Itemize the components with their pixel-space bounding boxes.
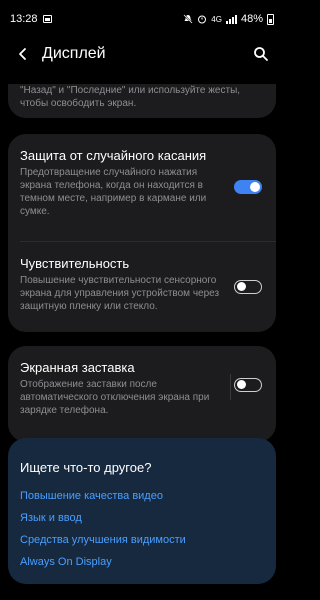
setting-title: Экранная заставка bbox=[20, 360, 135, 375]
setting-desc: Повышение чувствительности сенсорного эк… bbox=[20, 275, 220, 312]
image-icon bbox=[42, 15, 52, 23]
screen-saver-setting[interactable]: Экранная заставка Отображение заставки п… bbox=[20, 360, 220, 417]
link-visibility-enhancements[interactable]: Средства улучшения видимости bbox=[20, 534, 186, 546]
suggestions-title: Ищете что-то другое? bbox=[20, 460, 152, 475]
accidental-touch-toggle[interactable] bbox=[234, 180, 262, 194]
status-right: 4G 48% bbox=[183, 13, 274, 25]
toggle-knob bbox=[250, 182, 260, 192]
search-icon[interactable] bbox=[250, 43, 272, 65]
link-video-enhancer[interactable]: Повышение качества видео bbox=[20, 490, 163, 502]
page-title: Дисплей bbox=[42, 45, 106, 62]
status-time: 13:28 bbox=[10, 13, 38, 25]
divider bbox=[20, 241, 276, 242]
signal-icon bbox=[225, 14, 237, 24]
link-language-input[interactable]: Язык и ввод bbox=[20, 512, 82, 524]
suggestions-card: Ищете что-то другое? Повышение качества … bbox=[8, 438, 276, 584]
accidental-touch-setting[interactable]: Защита от случайного касания Предотвраще… bbox=[20, 148, 220, 218]
setting-title: Чувствительность bbox=[20, 256, 130, 271]
link-always-on-display[interactable]: Always On Display bbox=[20, 556, 112, 568]
toggle-knob bbox=[237, 380, 246, 389]
setting-desc: Предотвращение случайного нажатия экрана… bbox=[20, 167, 207, 217]
navigation-bar-desc: "Назад" и "Последние" или используйте же… bbox=[20, 85, 241, 109]
touch-sensitivity-toggle[interactable] bbox=[234, 280, 262, 294]
touch-sensitivity-setting[interactable]: Чувствительность Повышение чувствительно… bbox=[20, 256, 220, 313]
alarm-icon bbox=[198, 15, 207, 24]
mute-icon bbox=[183, 14, 193, 24]
back-arrow-icon[interactable] bbox=[12, 43, 34, 65]
network-type: 4G bbox=[211, 14, 222, 24]
toggle-knob bbox=[237, 282, 246, 291]
screen-saver-card: Экранная заставка Отображение заставки п… bbox=[8, 346, 276, 442]
app-header: Дисплей bbox=[0, 38, 284, 70]
status-left: 13:28 bbox=[10, 13, 52, 25]
navigation-bar-setting-card[interactable]: "Назад" и "Последние" или используйте же… bbox=[8, 84, 276, 118]
status-bar: 13:28 4G 48% bbox=[0, 0, 284, 38]
touch-settings-card: Защита от случайного касания Предотвраще… bbox=[8, 134, 276, 332]
vertical-divider bbox=[230, 374, 231, 400]
screen-saver-toggle[interactable] bbox=[234, 378, 262, 392]
battery-percent: 48% bbox=[240, 13, 263, 25]
battery-icon bbox=[267, 13, 274, 25]
setting-title: Защита от случайного касания bbox=[20, 148, 207, 163]
setting-desc: Отображение заставки после автоматическо… bbox=[20, 379, 210, 416]
